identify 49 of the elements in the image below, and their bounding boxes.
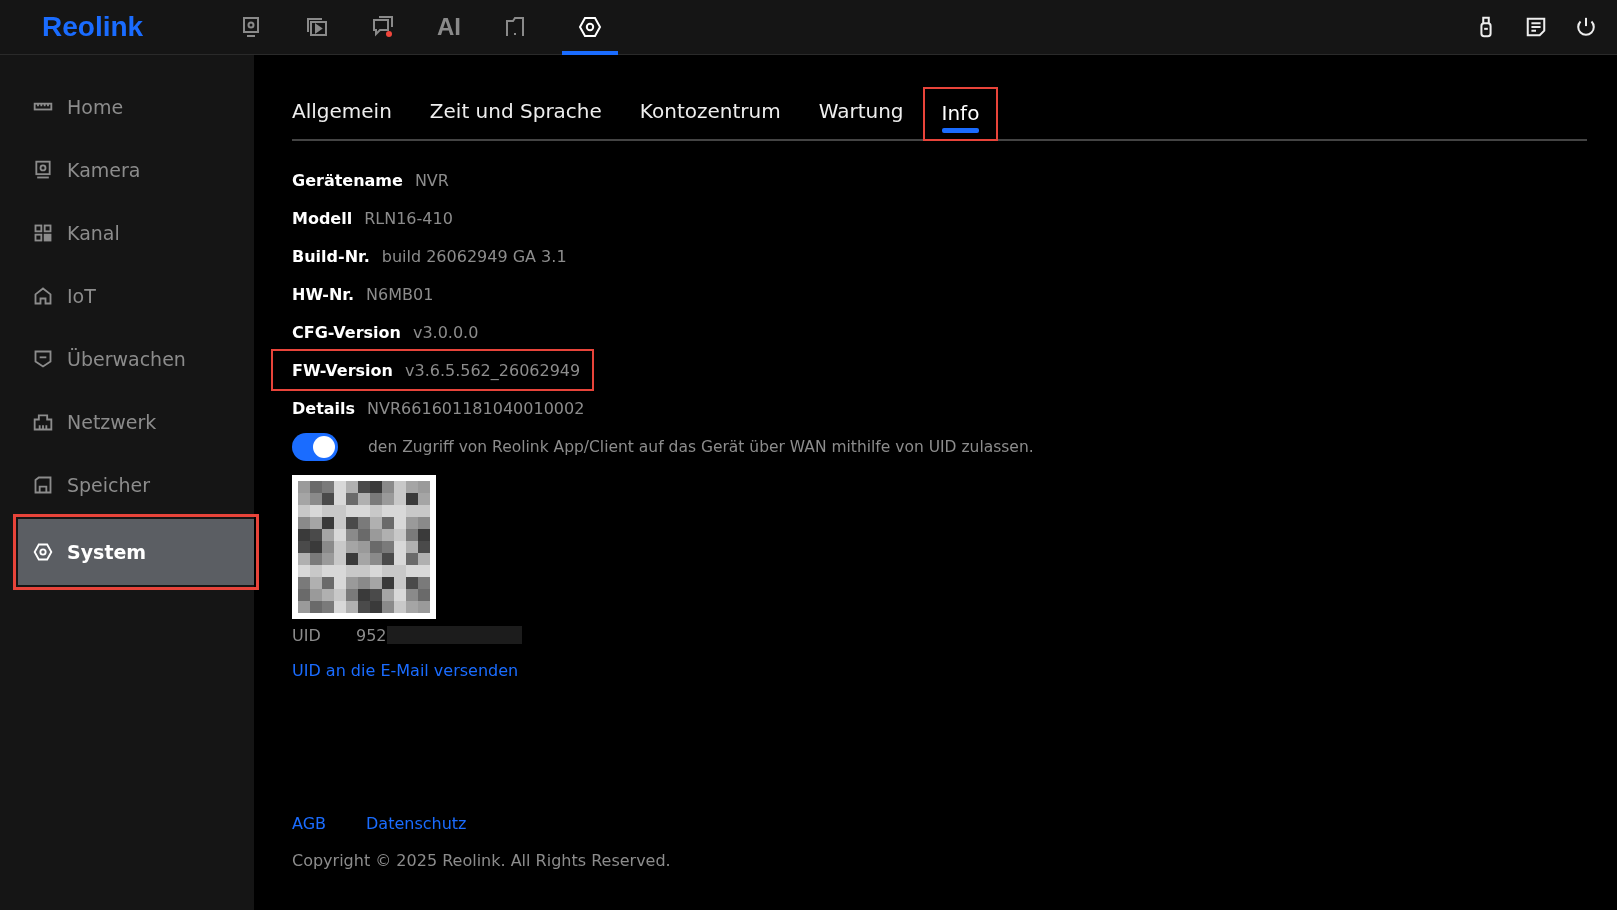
sidebar-item[interactable]: IoT (0, 264, 254, 327)
toggle-switch[interactable] (292, 433, 338, 461)
tab[interactable]: Kontozentrum (620, 93, 800, 141)
tab[interactable]: Zeit und Sprache (410, 93, 621, 141)
field-value: RLN16-410 (364, 208, 453, 228)
power-icon[interactable] (1575, 16, 1597, 38)
sidebar-item[interactable]: Überwachen (0, 327, 254, 390)
copyright-text: Copyright © 2025 Reolink. All Rights Reserved. (292, 851, 672, 870)
field-value: NVR (414, 170, 449, 190)
toggle-label: den Zugriff von Reolink App/Client auf das Gerät über WAN mithilfe von UID zulassen. (368, 438, 1034, 456)
uid-label: UID (292, 625, 322, 645)
sidebar-item[interactable]: Home (0, 75, 254, 138)
field-value: v3.0.0.0 (412, 322, 479, 342)
settings-icon (578, 15, 602, 39)
field-label: CFG-Version (292, 322, 401, 342)
camera-icon (33, 159, 53, 180)
play-window-icon (305, 15, 329, 39)
tab[interactable]: Wartung (799, 93, 923, 141)
uid-value: 952 (356, 625, 387, 645)
field-value: v3.6.5.562_26062949 (405, 360, 581, 380)
house-icon (33, 285, 53, 306)
field-label: HW-Nr. (292, 284, 355, 304)
tab[interactable]: Info (922, 87, 999, 141)
network-icon (33, 411, 53, 432)
folder-icon (503, 15, 527, 39)
field-label: Build-Nr. (292, 246, 370, 266)
ai-tab[interactable]: AI (430, 0, 468, 55)
notes-icon[interactable] (1525, 16, 1547, 38)
tab[interactable]: Allgemein (292, 93, 411, 141)
field-value: NVR661601181040010002 (367, 398, 585, 418)
logo: Reolink (42, 11, 145, 43)
field-label: FW-Version (292, 360, 393, 380)
sidebar-item[interactable]: Kanal (0, 201, 254, 264)
grid-icon (33, 222, 53, 243)
chat-alert-icon (371, 15, 395, 39)
storage-icon (33, 474, 53, 495)
shield-icon (33, 348, 53, 369)
sidebar-item[interactable]: Speicher (0, 453, 254, 516)
settings-icon (33, 542, 53, 562)
sidebar-item[interactable]: Kamera (0, 138, 254, 201)
footer-link[interactable]: AGB (292, 814, 327, 833)
footer-link[interactable]: Datenschutz (366, 814, 467, 833)
field-label: Modell (292, 208, 353, 228)
field-value: N6MB01 (366, 284, 434, 304)
send-uid-link[interactable]: UID an die E-Mail versenden (292, 661, 519, 680)
field-label: Gerätename (292, 170, 403, 190)
field-label: Details (292, 398, 356, 418)
field-value: build 26062949 GA 3.1 (381, 246, 567, 266)
sidebar-item[interactable]: Netzwerk (0, 390, 254, 453)
